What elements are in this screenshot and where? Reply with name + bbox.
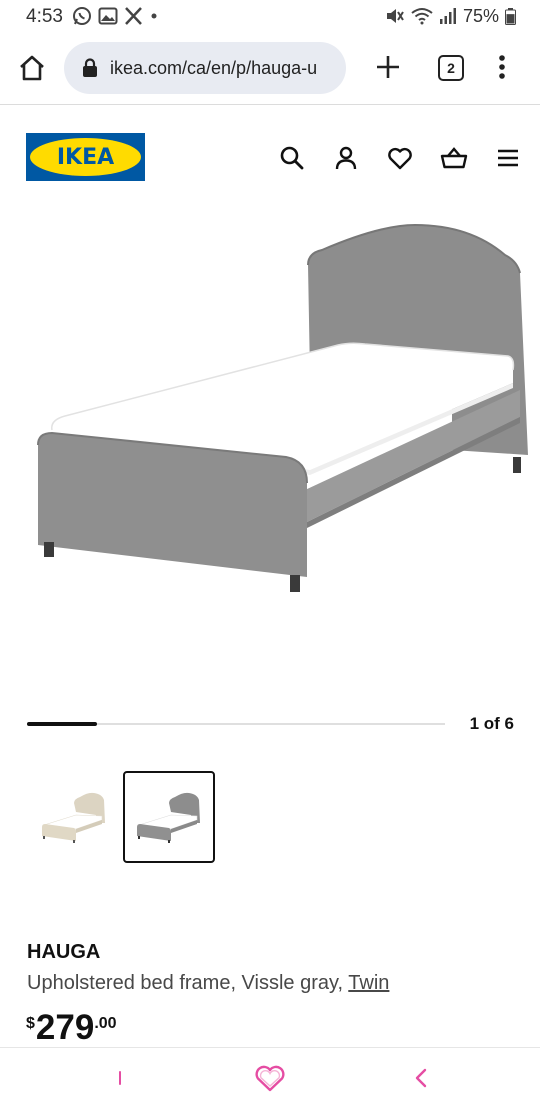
price-decimals: .00 [94,1015,117,1032]
plus-icon [377,56,399,78]
product-description-text: Upholstered bed frame, Vissle gray, [27,972,349,994]
lock-icon [83,58,97,77]
signal-icon [439,8,456,24]
new-tab-button[interactable] [374,53,402,81]
thumbnail-gray-selected[interactable] [123,771,215,863]
system-navigation-bar [0,1048,540,1110]
browser-home-button[interactable] [17,53,47,83]
thumbnail-beige[interactable] [28,771,120,863]
carousel-counter: 1 of 6 [469,714,514,733]
chevron-left-icon [415,1068,427,1088]
address-bar[interactable]: ikea.com/ca/en/p/hauga-u [64,42,346,94]
product-size-link[interactable]: Twin [348,972,389,994]
more-vertical-icon [499,55,505,79]
notification-dot-icon [151,13,157,19]
gallery-icon [98,7,118,25]
status-notification-icons [72,6,158,26]
recent-apps-button[interactable] [102,1062,138,1094]
x-logo-icon [125,7,142,25]
browser-divider [0,104,540,105]
product-image-bed[interactable] [20,205,530,625]
status-system-icons: 75% [385,6,516,26]
account-icon[interactable] [332,144,360,172]
site-header-actions [278,144,522,172]
mute-icon [386,9,404,23]
ikea-logo-oval: IKEA [30,138,141,176]
product-description: Upholstered bed frame, Vissle gray, Twin [27,972,389,995]
browser-toolbar: ikea.com/ca/en/p/hauga-u 2 [0,38,540,100]
battery-icon [505,7,516,25]
carousel-progress-fill [27,722,97,726]
image-carousel-progress [27,722,445,726]
whatsapp-icon [73,7,91,25]
browser-menu-button[interactable] [495,52,509,82]
back-nav-button[interactable] [403,1062,439,1094]
status-bar: 4:53 75% [0,0,540,32]
home-nav-button[interactable] [252,1062,288,1094]
menu-icon[interactable] [494,144,522,172]
cart-icon[interactable] [440,144,468,172]
thumbnail-image-beige [42,792,105,843]
price-currency: $ [26,1015,35,1032]
product-price: $ 279 .00 [26,1010,117,1046]
url-text: ikea.com/ca/en/p/hauga-u [110,57,318,78]
recent-apps-icon [119,1071,121,1085]
status-time: 4:53 [26,6,63,27]
battery-percentage: 75% [462,5,499,26]
ikea-logo-text: IKEA [56,144,115,170]
favorites-icon[interactable] [386,144,414,172]
tab-switcher-button[interactable]: 2 [438,55,464,81]
ikea-logo[interactable]: IKEA [26,133,145,181]
price-integer: 279 [35,1008,95,1047]
heart-home-icon [255,1065,285,1092]
thumbnail-image-gray [137,792,200,843]
wifi-icon [411,8,433,25]
home-icon [20,55,44,81]
search-icon[interactable] [278,144,306,172]
product-name: HAUGA [27,941,101,963]
